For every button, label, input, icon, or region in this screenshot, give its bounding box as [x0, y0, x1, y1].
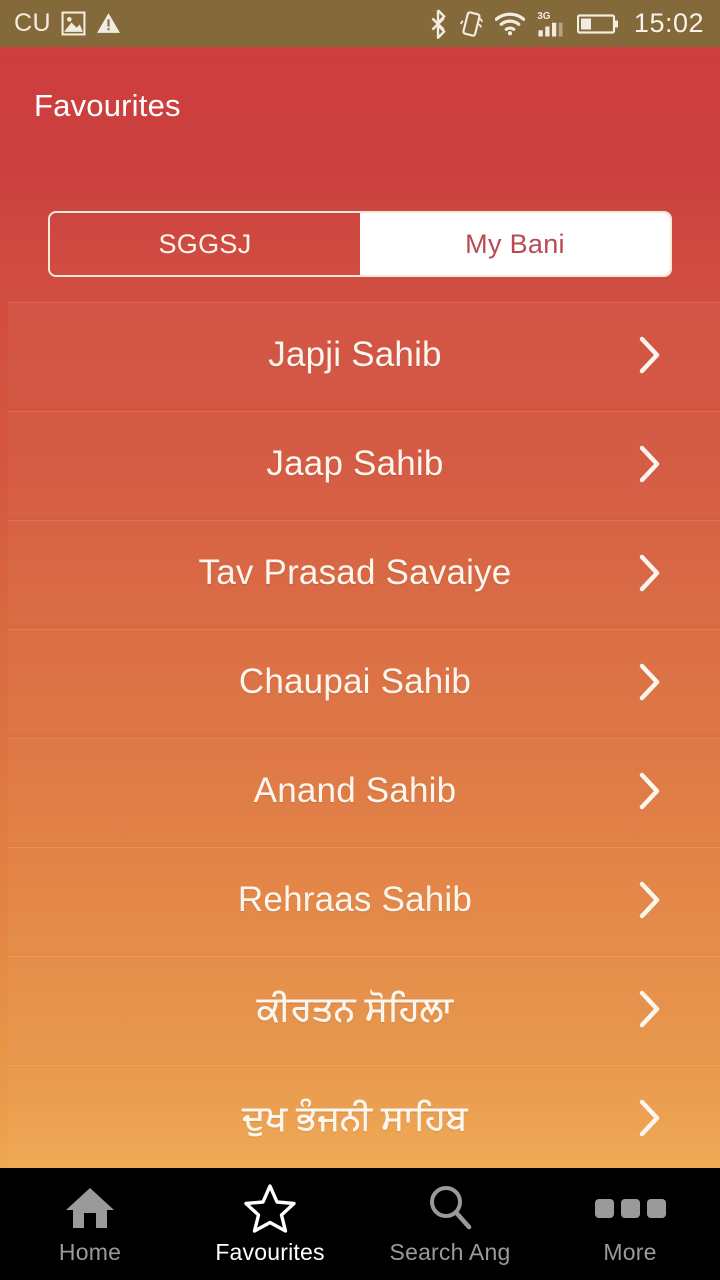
- list-item[interactable]: Anand Sahib: [8, 738, 720, 843]
- gallery-image-icon: [61, 11, 86, 36]
- home-icon: [64, 1182, 116, 1234]
- list-item-label: ਦੁਖ ਭੰਜਨੀ ਸਾਹਿਬ: [242, 1098, 468, 1137]
- list-item[interactable]: Chaupai Sahib: [8, 629, 720, 734]
- list-item[interactable]: ਕੀਰਤਨ ਸੋਹਿਲਾ: [8, 956, 720, 1061]
- chevron-right-icon: [639, 1099, 660, 1137]
- battery-icon: [576, 13, 618, 34]
- nav-item-home-label: Home: [58, 1239, 122, 1265]
- bani-list[interactable]: Japji Sahib Jaap Sahib Tav Prasad Savaiy…: [0, 302, 720, 1168]
- chevron-right-icon: [639, 881, 660, 919]
- tab-my-bani[interactable]: My Bani: [360, 213, 670, 275]
- bluetooth-icon: [431, 8, 446, 39]
- tab-sggsj[interactable]: SGGSJ: [50, 213, 360, 275]
- chevron-right-icon: [639, 663, 660, 701]
- nav-item-favourites[interactable]: Favourites: [180, 1168, 360, 1280]
- app-screen: CU 3G 15:02 Favourites SGGSJ My Bani Jap…: [0, 0, 720, 1280]
- nav-item-home[interactable]: Home: [0, 1168, 180, 1280]
- tab-sggsj-label: SGGSJ: [158, 228, 252, 259]
- list-item-label: ਕੀਰਤਨ ਸੋਹਿਲਾ: [257, 989, 453, 1028]
- segmented-tab-control[interactable]: SGGSJ My Bani: [48, 211, 672, 277]
- status-clock: 15:02: [633, 8, 704, 38]
- warning-triangle-icon: [97, 13, 121, 33]
- list-item-label: Anand Sahib: [253, 771, 457, 810]
- chevron-right-icon: [639, 772, 660, 810]
- list-item[interactable]: Japji Sahib: [8, 302, 720, 407]
- wifi-icon: [494, 12, 525, 35]
- tab-my-bani-label: My Bani: [465, 228, 565, 259]
- nav-item-search-ang-label: Search Ang: [389, 1239, 511, 1265]
- nav-item-favourites-label: Favourites: [215, 1239, 325, 1265]
- nav-item-search-ang[interactable]: Search Ang: [360, 1168, 540, 1280]
- list-item[interactable]: Rehraas Sahib: [8, 847, 720, 952]
- chevron-right-icon: [639, 554, 660, 592]
- chevron-right-icon: [639, 336, 660, 374]
- svg-text:3G: 3G: [537, 11, 551, 22]
- status-bar-right-group: 3G 15:02: [427, 8, 704, 39]
- nav-item-more-label: More: [603, 1239, 657, 1265]
- app-header: Favourites: [0, 47, 720, 165]
- search-icon: [425, 1182, 475, 1234]
- status-bar-left-group: CU: [14, 11, 121, 36]
- page-title: Favourites: [34, 88, 181, 123]
- list-item[interactable]: Tav Prasad Savaiye: [8, 520, 720, 625]
- carrier-label: CU: [14, 9, 52, 37]
- status-bar: CU 3G 15:02: [0, 0, 720, 47]
- list-item-label: Rehraas Sahib: [237, 880, 473, 919]
- list-item-label: Tav Prasad Savaiye: [198, 553, 512, 592]
- list-item-label: Jaap Sahib: [266, 444, 444, 483]
- chevron-right-icon: [639, 445, 660, 483]
- app-content: Favourites SGGSJ My Bani Japji Sahib Jaa…: [0, 47, 720, 1168]
- star-icon: [244, 1182, 296, 1234]
- bottom-navigation-bar[interactable]: Home Favourites Search Ang More: [0, 1168, 720, 1280]
- vibrate-icon: [459, 10, 484, 37]
- more-dots-icon: [594, 1182, 666, 1234]
- list-item-label: Japji Sahib: [268, 335, 442, 374]
- list-item[interactable]: ਦੁਖ ਭੰਜਨੀ ਸਾਹਿਬ: [8, 1065, 720, 1168]
- nav-item-more[interactable]: More: [540, 1168, 720, 1280]
- list-item[interactable]: Jaap Sahib: [8, 411, 720, 516]
- chevron-right-icon: [639, 990, 660, 1028]
- cellular-signal-icon: 3G: [537, 11, 563, 36]
- list-item-label: Chaupai Sahib: [238, 662, 472, 701]
